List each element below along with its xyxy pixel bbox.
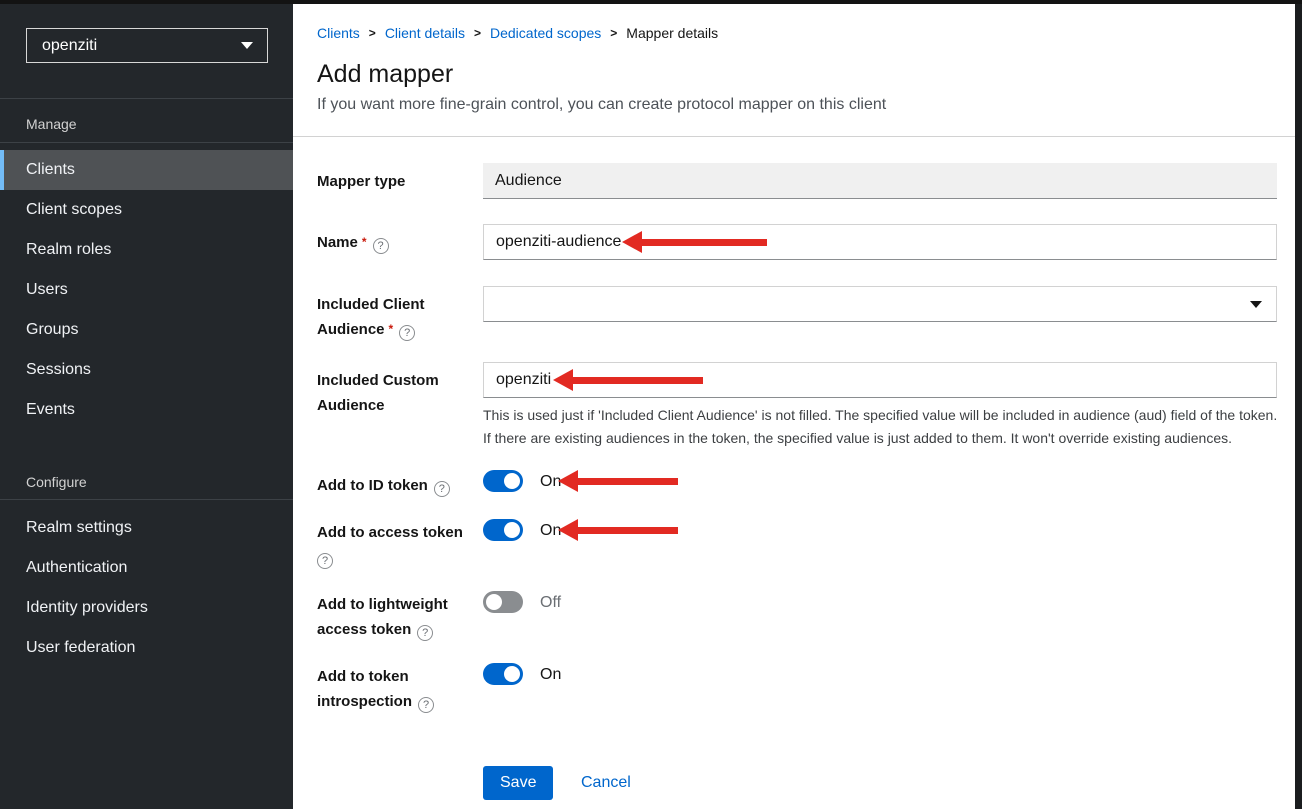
toggle-knob (504, 473, 520, 489)
add-to-id-token-label: Add to ID token? (317, 473, 482, 498)
add-to-id-token-toggle[interactable] (483, 470, 523, 492)
sidebar-item-realm-settings[interactable]: Realm settings (0, 508, 293, 548)
sidebar-item-clients[interactable]: Clients (0, 150, 293, 190)
sidebar: openziti Manage Clients Client scopes Re… (0, 4, 293, 809)
main-content: Clients > Client details > Dedicated sco… (293, 4, 1295, 809)
page-title: Add mapper (317, 60, 453, 89)
add-to-access-token-toggle[interactable] (483, 519, 523, 541)
annotation-arrow (558, 519, 678, 541)
help-icon[interactable]: ? (373, 238, 389, 254)
add-to-lightweight-state: Off (540, 594, 561, 612)
mapper-type-value: Audience (495, 172, 562, 190)
breadcrumb-client-details[interactable]: Client details (385, 25, 465, 41)
nav-configure-list: Realm settings Authentication Identity p… (0, 508, 293, 668)
add-to-introspection-state: On (540, 666, 561, 684)
sidebar-item-identity-providers[interactable]: Identity providers (0, 588, 293, 628)
sidebar-item-groups[interactable]: Groups (0, 310, 293, 350)
name-input[interactable] (483, 224, 1277, 260)
help-icon[interactable]: ? (417, 625, 433, 641)
sidebar-divider (0, 98, 293, 99)
nav-group-configure-label: Configure (26, 474, 87, 490)
sidebar-item-sessions[interactable]: Sessions (0, 350, 293, 390)
add-to-access-token-state: On (540, 522, 561, 540)
sidebar-item-authentication[interactable]: Authentication (0, 548, 293, 588)
header-divider (293, 136, 1295, 137)
toggle-knob (504, 522, 520, 538)
add-to-introspection-label: Add to token introspection? (317, 664, 482, 714)
app-window: openziti Manage Clients Client scopes Re… (0, 0, 1302, 809)
realm-selector-value: openziti (42, 37, 241, 55)
save-button[interactable]: Save (483, 766, 553, 800)
sidebar-divider (0, 142, 293, 143)
breadcrumb-clients[interactable]: Clients (317, 25, 360, 41)
page-subtitle: If you want more fine-grain control, you… (317, 96, 886, 114)
scrollbar[interactable] (1295, 4, 1302, 809)
breadcrumb-mapper-details: Mapper details (626, 25, 718, 41)
toggle-knob (486, 594, 502, 610)
included-client-audience-select[interactable] (483, 286, 1277, 322)
sidebar-item-events[interactable]: Events (0, 390, 293, 430)
annotation-arrow (558, 470, 678, 492)
help-icon[interactable]: ? (434, 481, 450, 497)
toggle-knob (504, 666, 520, 682)
included-custom-audience-input[interactable] (483, 362, 1277, 398)
realm-selector[interactable]: openziti (26, 28, 268, 63)
nav-group-manage-label: Manage (26, 116, 77, 132)
breadcrumb-separator-icon: > (474, 26, 481, 40)
included-custom-audience-help: This is used just if 'Included Client Au… (483, 404, 1283, 450)
chevron-down-icon (1250, 301, 1262, 308)
breadcrumb: Clients > Client details > Dedicated sco… (317, 25, 718, 41)
sidebar-item-realm-roles[interactable]: Realm roles (0, 230, 293, 270)
add-to-lightweight-toggle[interactable] (483, 591, 523, 613)
mapper-type-label: Mapper type (317, 169, 482, 194)
breadcrumb-separator-icon: > (369, 26, 376, 40)
included-custom-audience-label: Included Custom Audience (317, 368, 482, 418)
sidebar-item-client-scopes[interactable]: Client scopes (0, 190, 293, 230)
included-client-audience-label: Included Client Audience*? (317, 292, 482, 342)
help-icon[interactable]: ? (399, 325, 415, 341)
breadcrumb-dedicated-scopes[interactable]: Dedicated scopes (490, 25, 601, 41)
name-label: Name*? (317, 230, 482, 255)
cancel-button[interactable]: Cancel (581, 774, 631, 792)
mapper-type-field: Audience (483, 163, 1277, 199)
add-to-lightweight-label: Add to lightweight access token? (317, 592, 482, 642)
chevron-down-icon (241, 42, 253, 49)
help-icon[interactable]: ? (418, 697, 434, 713)
breadcrumb-separator-icon: > (610, 26, 617, 40)
help-icon[interactable]: ? (317, 553, 333, 569)
sidebar-item-users[interactable]: Users (0, 270, 293, 310)
required-marker: * (362, 235, 367, 249)
add-to-introspection-toggle[interactable] (483, 663, 523, 685)
add-to-id-token-state: On (540, 473, 561, 491)
sidebar-divider (0, 499, 293, 500)
required-marker: * (389, 322, 394, 336)
sidebar-item-user-federation[interactable]: User federation (0, 628, 293, 668)
add-to-access-token-label: Add to access token ? (317, 520, 482, 570)
nav-manage-list: Clients Client scopes Realm roles Users … (0, 150, 293, 430)
